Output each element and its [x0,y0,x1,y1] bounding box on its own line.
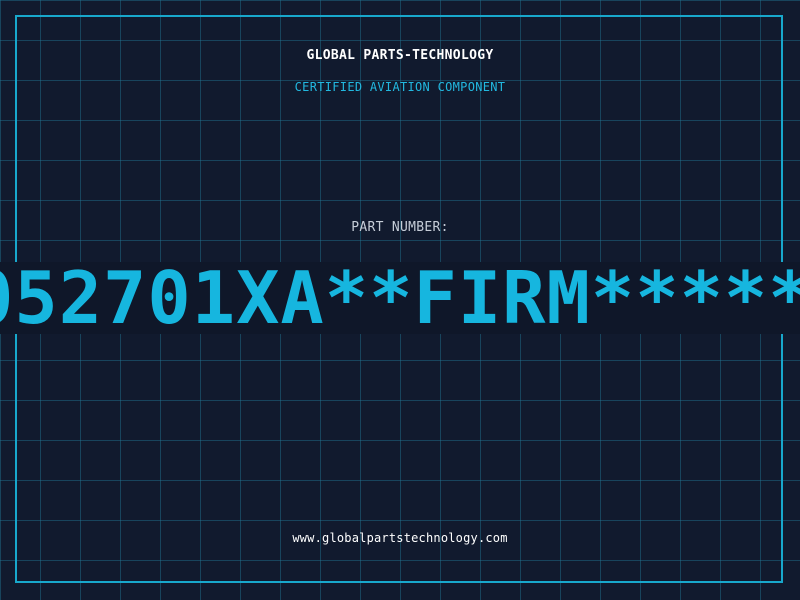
website-url[interactable]: www.globalpartstechnology.com [0,531,800,545]
certification-tagline: CERTIFIED AVIATION COMPONENT [294,80,506,94]
part-number-value: 052701XA**FIRM***** [0,262,800,334]
part-number-band: 052701XA**FIRM***** [0,262,800,334]
company-name: GLOBAL PARTS-TECHNOLOGY [306,48,494,63]
part-number-label: PART NUMBER: [351,220,449,235]
part-card: GLOBAL PARTS-TECHNOLOGY CERTIFIED AVIATI… [0,0,800,600]
